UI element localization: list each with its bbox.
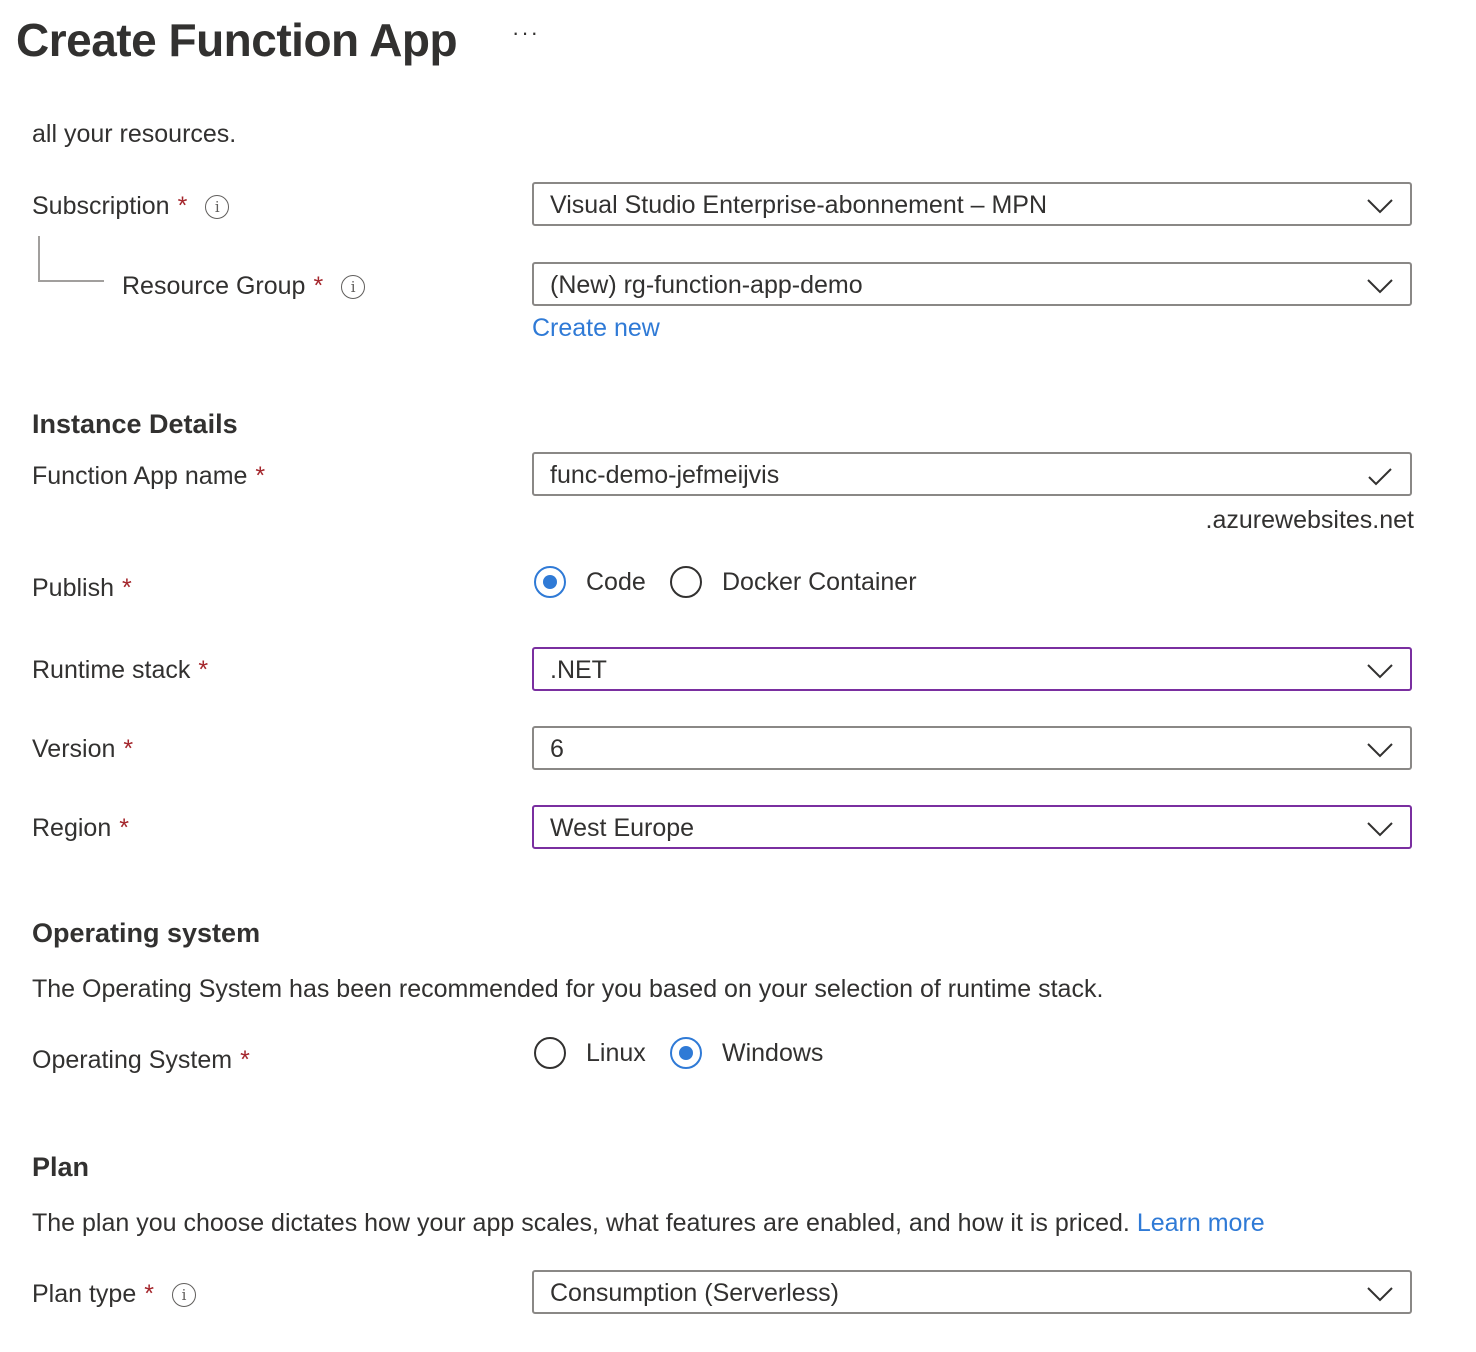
chevron-down-icon [1367,279,1393,294]
function-app-name-label-text: Function App name [32,462,248,490]
chevron-down-icon [1367,199,1393,214]
publish-docker-label[interactable]: Docker Container [722,566,917,598]
publish-label: Publish * [32,572,132,604]
version-label-text: Version [32,735,116,763]
tree-connector-horizontal [38,280,104,282]
region-value: West Europe [550,814,695,842]
resource-group-label: Resource Group * i [122,270,366,302]
os-windows-radio[interactable] [670,1037,702,1069]
resource-group-label-text: Resource Group [122,272,306,300]
page-title: Create Function App [16,14,458,66]
version-label: Version * [32,733,133,765]
required-asterisk: * [240,1046,250,1074]
version-value: 6 [550,735,564,763]
publish-label-text: Publish [32,574,114,602]
checkmark-icon [1368,468,1392,486]
runtime-stack-label-text: Runtime stack [32,656,191,684]
required-asterisk: * [119,814,129,842]
plan-description: The plan you choose dictates how your ap… [32,1207,1265,1239]
chevron-down-icon [1367,1287,1393,1302]
function-app-name-input[interactable]: func-demo-jefmeijvis [532,452,1412,496]
operating-system-label: Operating System * [32,1044,250,1076]
publish-code-radio[interactable] [534,566,566,598]
publish-docker-radio[interactable] [670,566,702,598]
operating-system-description: The Operating System has been recommende… [32,975,1104,1003]
subscription-label-text: Subscription [32,192,170,220]
required-asterisk: * [144,1280,154,1308]
learn-more-link[interactable]: Learn more [1137,1209,1265,1237]
required-asterisk: * [123,735,134,763]
intro-text: all your resources. [32,120,237,148]
domain-suffix: .azurewebsites.net [1205,506,1414,534]
tree-connector-vertical [38,236,40,282]
chevron-down-icon [1367,822,1393,837]
version-dropdown[interactable]: 6 [532,726,1412,770]
plan-type-label: Plan type * i [32,1278,196,1310]
region-label: Region * [32,812,129,844]
more-options-button[interactable]: ··· [512,20,540,46]
info-icon[interactable]: i [205,195,230,219]
runtime-stack-value: .NET [550,656,607,684]
plan-type-dropdown[interactable]: Consumption (Serverless) [532,1270,1412,1314]
subscription-label: Subscription * i [32,190,230,222]
function-app-name-label: Function App name * [32,460,265,492]
plan-type-value: Consumption (Serverless) [550,1279,839,1307]
os-linux-radio[interactable] [534,1037,566,1069]
info-icon[interactable]: i [171,1283,196,1307]
create-new-link[interactable]: Create new [532,312,660,344]
instance-details-heading: Instance Details [32,409,238,439]
publish-code-label[interactable]: Code [586,566,646,598]
plan-description-text: The plan you choose dictates how your ap… [32,1209,1130,1237]
subscription-dropdown[interactable]: Visual Studio Enterprise-abonnement – MP… [532,182,1412,226]
subscription-value: Visual Studio Enterprise-abonnement – MP… [550,191,1048,219]
os-linux-label[interactable]: Linux [586,1037,646,1069]
required-asterisk: * [122,574,132,602]
resource-group-value: (New) rg-function-app-demo [550,271,863,299]
chevron-down-icon [1367,743,1393,758]
region-dropdown[interactable]: West Europe [532,805,1412,849]
plan-heading: Plan [32,1152,90,1182]
operating-system-label-text: Operating System [32,1046,233,1074]
region-label-text: Region [32,814,112,842]
plan-type-label-text: Plan type [32,1280,137,1308]
os-windows-label[interactable]: Windows [722,1037,823,1069]
operating-system-heading: Operating system [32,918,261,948]
required-asterisk: * [198,656,209,684]
chevron-down-icon [1367,664,1393,679]
info-icon[interactable]: i [341,275,366,299]
required-asterisk: * [177,192,188,220]
resource-group-dropdown[interactable]: (New) rg-function-app-demo [532,262,1412,306]
runtime-stack-label: Runtime stack * [32,654,208,686]
function-app-name-value: func-demo-jefmeijvis [550,461,780,489]
required-asterisk: * [313,272,324,300]
runtime-stack-dropdown[interactable]: .NET [532,647,1412,691]
required-asterisk: * [255,462,266,490]
